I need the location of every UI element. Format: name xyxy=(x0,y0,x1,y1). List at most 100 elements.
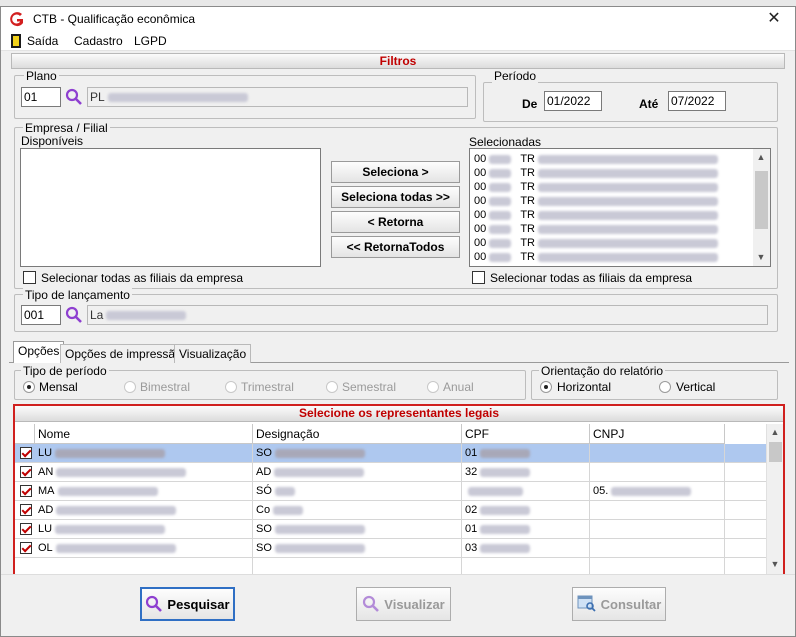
menu-cadastro[interactable]: Cadastro xyxy=(74,34,123,48)
list-item[interactable]: 00 TR xyxy=(474,167,718,180)
list-item[interactable]: 00 TR xyxy=(474,209,718,222)
table-row[interactable]: AN AD 32 xyxy=(15,463,767,482)
table-row[interactable]: OL SO 03 xyxy=(15,539,767,558)
row-checkbox[interactable] xyxy=(20,466,32,478)
radio-bimestral[interactable] xyxy=(124,381,136,393)
cell-cnpj xyxy=(590,444,725,463)
cell-cnpj xyxy=(590,463,725,482)
table-row[interactable]: LU SO 01 xyxy=(15,520,767,539)
pesquisar-button[interactable]: Pesquisar xyxy=(140,587,235,621)
plano-desc-input: PL xyxy=(87,87,468,107)
periodo-label: Período xyxy=(492,69,539,83)
consultar-button[interactable]: Consultar xyxy=(572,587,666,621)
ate-input[interactable]: 07/2022 xyxy=(668,91,726,111)
grid-header-nome[interactable]: Nome xyxy=(35,424,253,444)
table-row[interactable]: MA SÓ 05. xyxy=(15,482,767,501)
row-checkbox[interactable] xyxy=(20,523,32,535)
scroll-thumb[interactable] xyxy=(769,442,782,462)
scroll-down-icon[interactable]: ▼ xyxy=(767,556,783,572)
cell-cpf: 01 xyxy=(462,444,590,463)
list-item[interactable]: 00 TR xyxy=(474,223,718,236)
representantes-grid: Selecione os representantes legais Nome … xyxy=(13,404,785,577)
empresa-label: Empresa / Filial xyxy=(23,121,110,135)
grid-scrollbar[interactable]: ▲ ▼ xyxy=(766,424,783,574)
row-checkbox[interactable] xyxy=(20,447,32,459)
grid-header-designacao[interactable]: Designação xyxy=(253,424,462,444)
radio-trimestral[interactable] xyxy=(225,381,237,393)
scroll-up-icon[interactable]: ▲ xyxy=(767,424,783,440)
radio-semestral-label: Semestral xyxy=(342,380,397,394)
radio-trimestral-label: Trimestral xyxy=(241,380,294,394)
plano-code-input[interactable]: 01 xyxy=(21,87,61,107)
selecionadas-label: Selecionadas xyxy=(469,135,542,149)
row-checkbox[interactable] xyxy=(20,504,32,516)
close-button[interactable]: ✕ xyxy=(761,9,787,29)
list-item[interactable]: 00 TR xyxy=(474,237,718,250)
tipo-periodo-label: Tipo de período xyxy=(21,364,109,378)
pesquisar-label: Pesquisar xyxy=(167,596,230,612)
list-item[interactable]: 00 TR xyxy=(474,251,718,264)
todas-filiais-left-checkbox[interactable] xyxy=(23,271,36,284)
title-bar: CTB - Qualificação econômica ✕ xyxy=(1,7,795,31)
cell-nome: LU xyxy=(35,444,253,463)
cell-designacao: Co xyxy=(253,501,462,520)
retorna-todos-button[interactable]: << RetornaTodos xyxy=(331,236,460,258)
row-checkbox[interactable] xyxy=(20,485,32,497)
scroll-thumb[interactable] xyxy=(755,171,768,229)
window-title: CTB - Qualificação econômica xyxy=(33,12,196,26)
magnifier-icon xyxy=(363,595,380,612)
cell-nome: MA xyxy=(35,482,253,501)
list-item[interactable]: 00 TR xyxy=(474,153,718,166)
cell-designacao: SÓ xyxy=(253,482,462,501)
radio-mensal-label: Mensal xyxy=(39,380,78,394)
cell-cpf: 32 xyxy=(462,463,590,482)
tipo-lancamento-desc-input: La xyxy=(87,305,768,325)
disponiveis-list[interactable] xyxy=(20,148,321,267)
consultar-label: Consultar xyxy=(600,596,662,612)
cell-cpf: 01 xyxy=(462,520,590,539)
row-checkbox[interactable] xyxy=(20,542,32,554)
selecionadas-scrollbar[interactable]: ▲ ▼ xyxy=(753,149,770,266)
radio-mensal[interactable] xyxy=(23,381,35,393)
grid-header-cnpj[interactable]: CNPJ xyxy=(590,424,725,444)
app-window: CTB - Qualificação econômica ✕ Saída Cad… xyxy=(0,6,796,637)
retorna-button[interactable]: < Retorna xyxy=(331,211,460,233)
cell-nome: OL xyxy=(35,539,253,558)
radio-horizontal[interactable] xyxy=(540,381,552,393)
tipo-lancamento-desc-text: La xyxy=(90,308,104,322)
seleciona-button[interactable]: Seleciona > xyxy=(331,161,460,183)
cell-designacao: AD xyxy=(253,463,462,482)
selecionadas-list[interactable]: 00 TR 00 TR 00 TR 00 TR 00 TR 00 TR 00 T… xyxy=(469,148,771,267)
disponiveis-label: Disponíveis xyxy=(21,134,84,148)
table-row[interactable]: AD Co 02 xyxy=(15,501,767,520)
radio-semestral[interactable] xyxy=(326,381,338,393)
list-item[interactable]: 00 TR xyxy=(474,195,718,208)
list-item[interactable]: 00 TR xyxy=(474,181,718,194)
radio-anual[interactable] xyxy=(427,381,439,393)
tipo-lancamento-label: Tipo de lançamento xyxy=(23,288,132,302)
cell-cnpj xyxy=(590,520,725,539)
de-input[interactable]: 01/2022 xyxy=(544,91,602,111)
radio-vertical[interactable] xyxy=(659,381,671,393)
tab-opcoes-impressao[interactable]: Opções de impressão xyxy=(60,344,187,363)
grid-title: Selecione os representantes legais xyxy=(15,406,783,422)
cell-cpf xyxy=(462,482,590,501)
scroll-up-icon[interactable]: ▲ xyxy=(753,149,769,165)
radio-vertical-label: Vertical xyxy=(676,380,716,394)
table-row[interactable]: LU SO 01 xyxy=(15,444,767,463)
menu-saida[interactable]: Saída xyxy=(27,34,58,48)
tipo-lancamento-code-input[interactable]: 001 xyxy=(21,305,61,325)
search-icon[interactable] xyxy=(65,88,83,106)
tab-visualizacao[interactable]: Visualização xyxy=(174,344,252,363)
cell-designacao: SO xyxy=(253,444,462,463)
seleciona-todas-button[interactable]: Seleciona todas >> xyxy=(331,186,460,208)
menu-lgpd[interactable]: LGPD xyxy=(134,34,167,48)
visualizar-button[interactable]: Visualizar xyxy=(356,587,451,621)
search-icon[interactable] xyxy=(65,306,83,324)
todas-filiais-right-checkbox[interactable] xyxy=(472,271,485,284)
scroll-down-icon[interactable]: ▼ xyxy=(753,249,769,265)
todas-filiais-right-label: Selecionar todas as filiais da empresa xyxy=(490,271,693,285)
tab-opcoes[interactable]: Opções xyxy=(13,341,65,363)
radio-bimestral-label: Bimestral xyxy=(140,380,191,394)
grid-header-cpf[interactable]: CPF xyxy=(462,424,590,444)
